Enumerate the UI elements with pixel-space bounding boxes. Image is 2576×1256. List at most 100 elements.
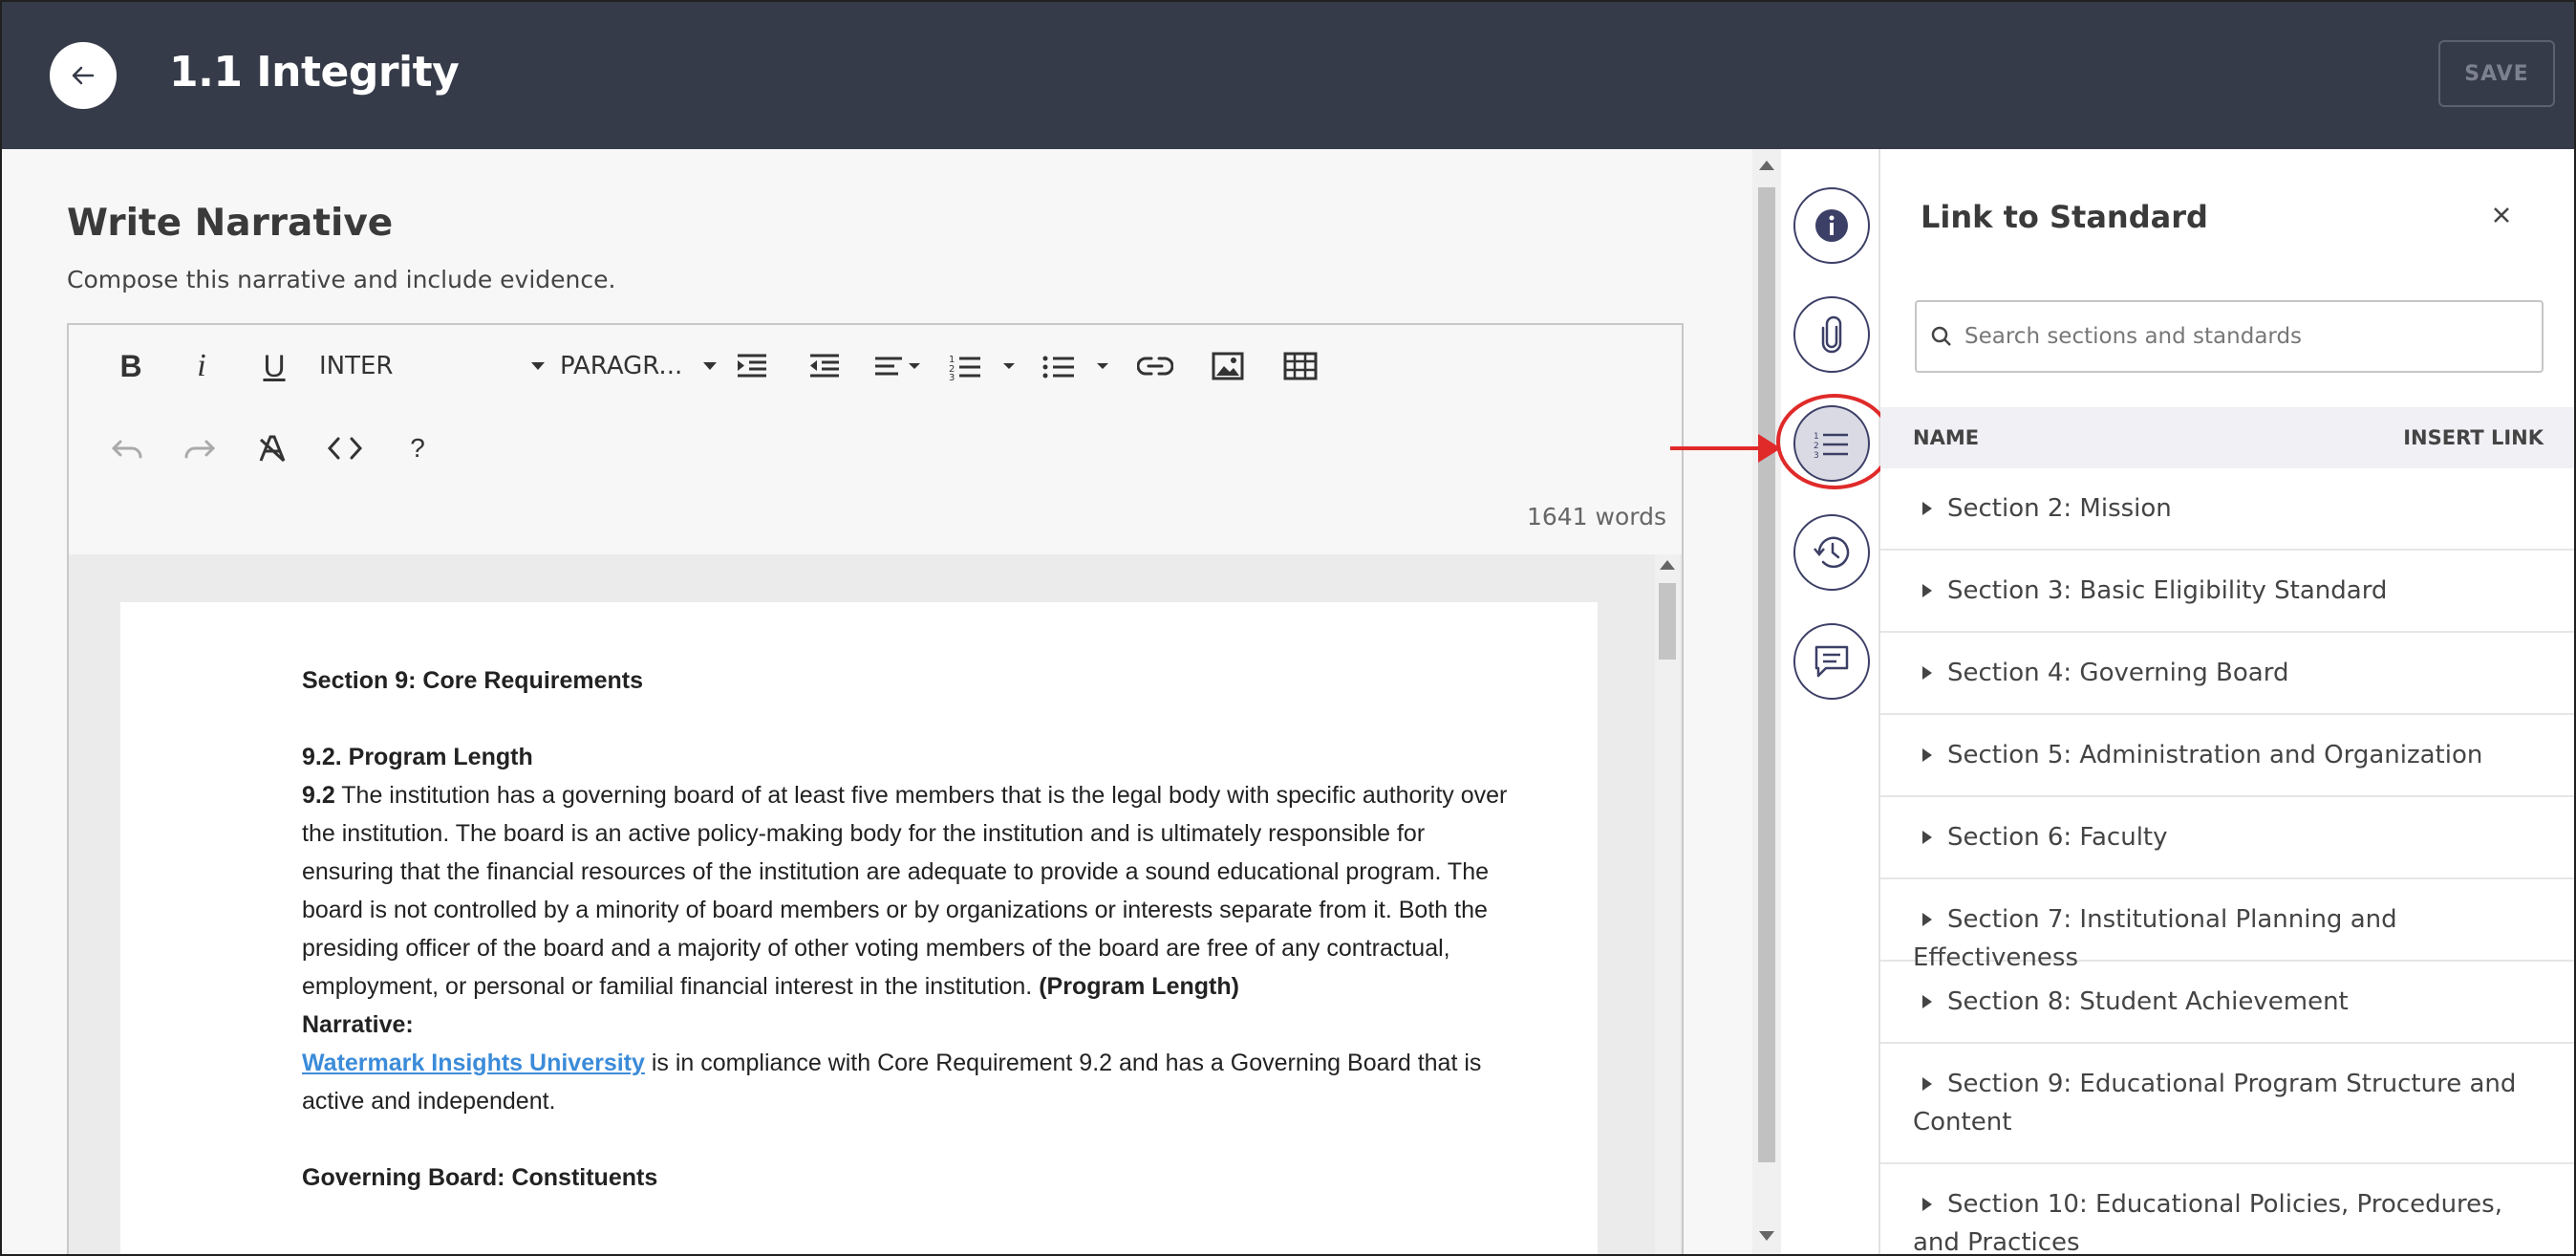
comments-button[interactable] <box>1793 623 1870 700</box>
paragraph-select[interactable]: PARAGR... <box>560 342 717 390</box>
doc-heading: Section 9: Core Requirements <box>302 661 1582 700</box>
doc-narrative: Watermark Insights University is in comp… <box>302 1044 1515 1120</box>
document-scrollbar[interactable] <box>1655 554 1680 1254</box>
section-row[interactable]: Section 4: Governing Board <box>1880 633 2574 715</box>
paragraph-select-value: PARAGR... <box>560 352 683 380</box>
section-row[interactable]: Section 5: Administration and Organizati… <box>1880 715 2574 797</box>
app-header: 1.1 Integrity SAVE <box>2 2 2574 149</box>
panel-title: Link to Standard <box>1921 199 2208 235</box>
university-link[interactable]: Watermark Insights University <box>302 1050 645 1076</box>
underline-icon: U <box>263 348 286 383</box>
section-row[interactable]: Section 10: Educational Policies, Proced… <box>1880 1164 2574 1254</box>
font-select-value: INTER <box>319 352 394 380</box>
link-button[interactable] <box>1131 342 1179 390</box>
outdent-button[interactable] <box>801 342 848 390</box>
page: 1.1 Integrity SAVE Write Narrative Compo… <box>0 0 2576 1256</box>
history-button[interactable] <box>1793 514 1870 591</box>
history-icon <box>1814 536 1850 569</box>
rich-text-editor: B i U INTER PARAGR... 1 2 3 ? 1641 words… <box>67 323 1684 1254</box>
attach-evidence-button[interactable] <box>1793 296 1870 373</box>
scroll-up-icon <box>1660 560 1675 570</box>
svg-text:3: 3 <box>949 373 955 380</box>
document-area[interactable]: Section 9: Core Requirements 9.2. Progra… <box>69 554 1682 1254</box>
caret-down-icon <box>531 362 545 370</box>
tool-rail: 123 <box>1781 149 1880 1254</box>
search-input[interactable] <box>1964 319 2528 354</box>
bold-icon: B <box>119 348 142 383</box>
clear-formatting-icon <box>259 435 286 463</box>
doc-heading-text: Section 9: Core Requirements <box>302 667 644 694</box>
section-row[interactable]: Section 9: Educational Program Structure… <box>1880 1044 2574 1164</box>
section-label: Section 6: Faculty <box>1947 823 2168 852</box>
section-row[interactable]: Section 8: Student Achievement <box>1880 962 2574 1044</box>
table-button[interactable] <box>1277 342 1324 390</box>
indent-button[interactable] <box>728 342 776 390</box>
section-row[interactable]: Section 3: Basic Eligibility Standard <box>1880 551 2574 633</box>
expand-triangle-icon <box>1922 995 1932 1008</box>
section-label: Section 2: Mission <box>1947 494 2172 523</box>
doc-section-heading-text: Governing Board: Constituents <box>302 1164 658 1191</box>
underline-button[interactable]: U <box>250 342 298 390</box>
page-title: 1.1 Integrity <box>169 48 460 97</box>
section-label: Section 9: Educational Program Structure… <box>1913 1070 2517 1137</box>
expand-triangle-icon <box>1922 666 1932 680</box>
word-count: 1641 words <box>1526 503 1666 531</box>
help-button[interactable]: ? <box>394 424 441 472</box>
standards-table-header: NAME INSERT LINK <box>1880 407 2574 468</box>
expand-triangle-icon <box>1922 584 1932 597</box>
section-label: Section 5: Administration and Organizati… <box>1947 741 2483 769</box>
info-button[interactable] <box>1793 187 1870 264</box>
arrow-left-icon <box>72 66 95 85</box>
document-page[interactable]: Section 9: Core Requirements 9.2. Progra… <box>120 602 1598 1254</box>
table-icon <box>1283 352 1318 380</box>
document-scroll-thumb[interactable] <box>1659 583 1676 660</box>
back-button[interactable] <box>50 42 117 109</box>
paperclip-icon <box>1821 315 1842 354</box>
redo-icon <box>184 440 216 459</box>
section-row[interactable]: Section 2: Mission <box>1880 468 2574 551</box>
scroll-up-icon <box>1759 161 1774 170</box>
caret-down-icon <box>703 362 717 370</box>
clear-formatting-button[interactable] <box>248 424 296 472</box>
section-row[interactable]: Section 6: Faculty <box>1880 797 2574 879</box>
doc-narrative-label-text: Narrative: <box>302 1011 414 1038</box>
doc-paragraph-tail: (Program Length) <box>1039 973 1239 1000</box>
section-row[interactable]: Section 7: Institutional Planning and Ef… <box>1880 879 2574 972</box>
code-icon <box>327 437 363 460</box>
editor-subtitle: Compose this narrative and include evide… <box>67 266 616 293</box>
image-button[interactable] <box>1204 342 1252 390</box>
indent-icon <box>738 354 766 378</box>
doc-section-heading: Governing Board: Constituents <box>302 1159 1582 1197</box>
section-label: Section 4: Governing Board <box>1947 659 2289 687</box>
source-code-button[interactable] <box>321 424 369 472</box>
align-dropdown[interactable] <box>868 342 929 390</box>
help-icon: ? <box>410 433 425 463</box>
comment-icon <box>1814 645 1849 678</box>
doc-paragraph-number: 9.2 <box>302 782 335 809</box>
italic-icon: i <box>197 348 206 383</box>
search-box[interactable] <box>1915 300 2544 373</box>
redo-button[interactable] <box>176 424 224 472</box>
font-select[interactable]: INTER <box>319 342 545 390</box>
outdent-icon <box>810 354 839 378</box>
page-scroll-thumb[interactable] <box>1758 187 1775 1162</box>
narrative-panel: Write Narrative Compose this narrative a… <box>2 149 1781 1254</box>
save-button[interactable]: SAVE <box>2438 40 2555 107</box>
expand-triangle-icon <box>1922 1198 1932 1211</box>
editor-title: Write Narrative <box>67 202 394 245</box>
bullet-list-dropdown[interactable] <box>1038 342 1116 390</box>
expand-triangle-icon <box>1922 748 1932 762</box>
annotation-arrow <box>1670 446 1771 450</box>
close-panel-button[interactable] <box>2492 199 2511 232</box>
italic-button[interactable]: i <box>178 342 225 390</box>
undo-button[interactable] <box>103 424 151 472</box>
bold-button[interactable]: B <box>107 342 155 390</box>
numbered-list-dropdown[interactable]: 123 <box>944 342 1022 390</box>
page-scrollbar[interactable] <box>1752 149 1781 1254</box>
doc-paragraph-text: The institution has a governing board of… <box>302 782 1508 1000</box>
align-left-icon <box>875 357 920 376</box>
info-icon <box>1815 209 1848 242</box>
annotation-circle <box>1776 394 1893 489</box>
bullet-list-icon <box>1042 356 1108 379</box>
column-name-header: NAME <box>1913 426 1980 449</box>
